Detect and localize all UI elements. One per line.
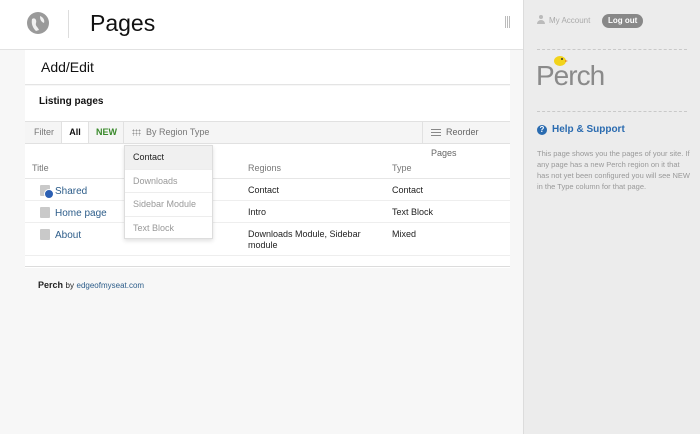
content-panel: Listing pages Filter All NEW By Region T… [25, 86, 510, 268]
page-link-home[interactable]: Home page [55, 208, 107, 219]
table-header-row: Title Regions Type [25, 158, 510, 179]
logo-text: Perch [536, 60, 605, 91]
filter-region-type-button[interactable]: By Region Type [123, 122, 209, 143]
sidebar-divider [537, 111, 687, 112]
perch-logo: Perch [536, 56, 605, 92]
shared-page-icon [40, 184, 54, 199]
table-row: Home page Intro Text Block [25, 200, 510, 223]
filter-all-tab[interactable]: All [61, 122, 89, 143]
subheader: Add/Edit [25, 50, 510, 85]
table-row: About Downloads Module, Sidebar module M… [25, 222, 510, 256]
footer-by: by [65, 281, 74, 290]
page-link-about[interactable]: About [55, 230, 81, 241]
filter-bar: Filter All NEW By Region Type Reorder Pa… [25, 121, 510, 158]
row-regions-cell: Contact [241, 178, 385, 201]
bird-icon [554, 56, 568, 66]
row-type-cell: Mixed [385, 222, 510, 256]
my-account-link[interactable]: My Account [537, 15, 590, 25]
reorder-pages-button[interactable]: Reorder Pages [422, 122, 510, 158]
top-bar: Pages [0, 0, 523, 50]
dropdown-item-contact[interactable]: Contact [125, 146, 212, 170]
page-title: Pages [90, 10, 156, 36]
help-support-heading[interactable]: ? Help & Support [537, 124, 625, 135]
grid-dots-icon [132, 129, 141, 137]
sidebar: My Account Log out Perch ? Help & Support… [523, 0, 700, 434]
region-type-dropdown: Contact Downloads Sidebar Module Text Bl… [124, 145, 213, 239]
subheader-title: Add/Edit [41, 59, 94, 75]
column-header-regions[interactable]: Regions [241, 158, 385, 179]
row-type-cell: Contact [385, 178, 510, 201]
drag-handle-icon[interactable] [505, 16, 510, 28]
pages-table: Title Regions Type Shared Contact Contac… [25, 158, 510, 256]
page-link-shared[interactable]: Shared [55, 186, 87, 197]
filter-region-type-label: By Region Type [146, 127, 210, 137]
page-icon [40, 228, 50, 240]
row-regions-cell: Intro [241, 200, 385, 223]
footer-divider [25, 266, 510, 267]
table-row: Shared Contact Contact [25, 178, 510, 201]
list-lines-icon [431, 128, 441, 137]
filter-new-tab[interactable]: NEW [96, 122, 117, 143]
reorder-pages-link[interactable]: Reorder Pages [423, 122, 502, 158]
header-divider [68, 10, 69, 38]
user-icon [537, 15, 546, 24]
page-icon [40, 206, 50, 218]
logout-button[interactable]: Log out [602, 14, 644, 28]
filter-label: Filter [34, 127, 54, 137]
column-header-type[interactable]: Type [385, 158, 510, 179]
help-text: This page shows you the pages of your si… [537, 149, 690, 191]
sidebar-divider [537, 49, 687, 50]
dropdown-item-text-block[interactable]: Text Block [125, 217, 212, 241]
question-icon: ? [537, 125, 547, 135]
row-type-cell: Text Block [385, 200, 510, 223]
footer: Perch by edgeofmyseat.com [38, 280, 144, 290]
main-panel: Pages Add/Edit Listing pages Filter All … [0, 0, 523, 434]
footer-link[interactable]: edgeofmyseat.com [77, 281, 145, 290]
help-title-label: Help & Support [552, 124, 625, 135]
section-title: Listing pages [39, 96, 104, 107]
dropdown-item-downloads[interactable]: Downloads [125, 170, 212, 193]
row-regions-cell: Downloads Module, Sidebar module [241, 222, 385, 256]
footer-brand: Perch [38, 280, 64, 290]
dropdown-item-sidebar-module[interactable]: Sidebar Module [125, 193, 212, 217]
my-account-label: My Account [549, 16, 591, 25]
globe-icon[interactable] [27, 12, 49, 34]
